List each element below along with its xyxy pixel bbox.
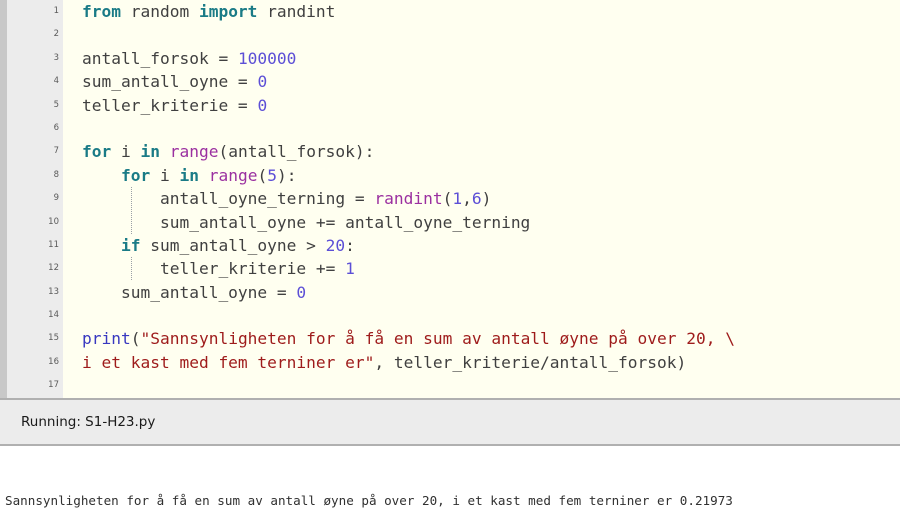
code-token-pl: sum_antall_oyne = [82,72,258,92]
code-token-pl: ( [257,165,268,185]
code-line[interactable]: teller_kriterie = 0 [63,94,900,117]
code-line[interactable] [63,23,900,46]
line-number: 15 [48,333,59,344]
code-line[interactable]: sum_antall_oyne = 0 [63,281,900,304]
code-line[interactable]: print("Sannsynligheten for å få en sum a… [63,327,900,350]
line-number: 1 [53,6,59,16]
code-line[interactable] [63,374,900,397]
running-status-bar: Running: S1-H23.py [0,398,900,446]
code-token-pl: : [345,235,355,255]
code-token-kw: import [198,2,258,21]
code-token-pl: , [462,189,472,209]
code-token-num: 6 [471,189,482,209]
line-number: 12 [48,263,59,274]
code-line[interactable]: teller_kriterie += 1 [63,257,900,280]
editor-left-edge-strip [0,0,7,398]
python-ide-window: 1 2 3 4 5 6 7 8 9 10 11 12 13 14 15 16 17 from random im… [0,0,900,518]
line-number-list: 1 2 3 4 5 6 7 8 9 10 11 12 13 14 15 16 17 [7,0,59,398]
code-token-str: "Sannsynligheten for å få en sum av anta… [140,329,735,349]
code-token-kw: from [82,2,121,21]
code-token-pl: i [111,142,141,162]
code-token-pl: , teller_kriterie/antall_forsok) [374,352,687,372]
code-token-pl: ( [442,189,453,209]
code-token-pl: sum_antall_oyne = [120,282,297,302]
code-token-num: 1 [452,189,463,209]
running-status-label: Running: S1-H23.py [21,414,156,430]
line-number: 2 [53,29,59,40]
line-number: 10 [48,216,59,227]
code-line[interactable]: antall_forsok = 100000 [63,47,900,70]
code-token-pl: (antall_forsok): [218,142,375,162]
line-number: 9 [53,193,59,204]
code-token-pl: teller_kriterie += [159,259,346,279]
code-token-num: 0 [296,282,307,302]
line-number: 8 [53,169,59,180]
line-number: 13 [48,286,59,297]
code-token-pl: ) [481,189,492,209]
code-line[interactable] [63,304,900,327]
code-line[interactable] [63,117,900,140]
code-line[interactable]: if sum_antall_oyne > 20: [63,234,900,257]
line-number: 5 [53,99,59,110]
code-token-bi: range [169,142,219,162]
line-number: 11 [48,239,59,250]
line-number: 16 [48,356,59,367]
code-token-pl: random [120,2,199,21]
line-number: 4 [53,76,59,87]
code-line[interactable]: from random import randint [63,0,900,23]
line-number: 3 [53,52,59,63]
code-token-pl: antall_forsok = [82,48,238,68]
code-token-num: 20 [325,235,346,255]
code-token-num: 100000 [237,48,297,68]
code-text-area[interactable]: from random import randint antall_forsok… [63,0,900,398]
code-line[interactable]: sum_antall_oyne = 0 [63,70,900,93]
code-editor-pane[interactable]: 1 2 3 4 5 6 7 8 9 10 11 12 13 14 15 16 17 from random im… [0,0,900,398]
code-token-pl: ): [276,165,297,185]
code-token-kw: in [140,142,161,162]
code-token-pl: antall_oyne_terning = [159,189,375,209]
code-token-kw: for [82,142,112,162]
code-token-kw: in [179,165,199,185]
code-token-pl: teller_kriterie = [82,95,258,115]
code-token-fn: print [82,329,131,349]
code-line[interactable]: for i in range(5): [63,164,900,187]
code-token-num: 1 [345,259,355,279]
code-token-num: 5 [267,165,277,185]
code-token-num: 0 [257,95,268,115]
code-token-pl: sum_antall_oyne += antall_oyne_terning [159,212,531,232]
line-number: 6 [53,122,59,133]
code-token-bi: range [208,165,258,185]
output-console[interactable]: Sannsynligheten for å få en sum av antal… [0,446,900,518]
code-token-kw: for [120,165,151,185]
code-line[interactable]: sum_antall_oyne += antall_oyne_terning [63,211,900,234]
code-token-pl: i [150,165,180,185]
code-token-pl: sum_antall_oyne > [140,235,326,255]
code-line[interactable]: i et kast med fem terniner er", teller_k… [63,351,900,374]
console-output-line: Sannsynligheten for å få en sum av antal… [5,493,733,508]
code-token-pl: randint [257,2,336,21]
code-token-kw: if [120,235,141,255]
code-token-bi: randint [374,189,443,209]
line-number: 17 [48,380,59,391]
line-number: 14 [48,310,59,321]
line-number: 7 [53,146,59,157]
code-line[interactable]: antall_oyne_terning = randint(1,6) [63,187,900,210]
code-token-num: 0 [257,72,268,92]
code-line[interactable]: for i in range(antall_forsok): [63,140,900,163]
code-token-str: i et kast med fem terniner er" [82,352,375,372]
